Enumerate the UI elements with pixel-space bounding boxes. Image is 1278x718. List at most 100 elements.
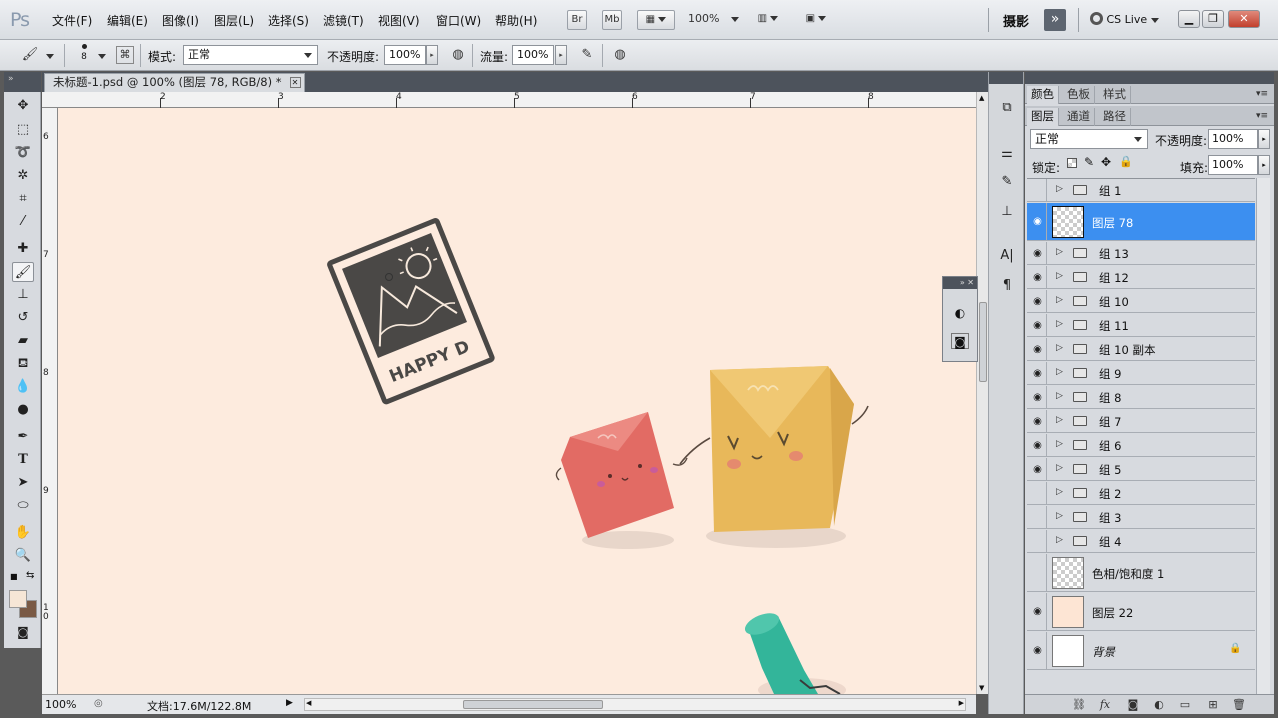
lasso-tool[interactable]: ➰ [12, 143, 34, 163]
expand-group-icon[interactable]: ▷ [1056, 391, 1063, 401]
menu-file[interactable]: 文件(F) [52, 12, 92, 29]
brush-presets-button[interactable]: ⚌ [997, 144, 1017, 164]
quick-selection-tool[interactable]: ✲ [12, 166, 34, 186]
expand-group-icon[interactable]: ▷ [1056, 463, 1063, 473]
airbrush-toggle[interactable]: ✎ [577, 46, 597, 66]
healing-brush-tool[interactable]: ✚ [12, 239, 34, 259]
menu-help[interactable]: 帮助(H) [495, 12, 537, 29]
vertical-scrollbar[interactable]: ▲ ▼ [976, 92, 988, 694]
visibility-toggle[interactable]: ◉ [1029, 386, 1047, 409]
eyedropper-tool[interactable]: ⁄ [12, 212, 34, 232]
lock-transparency-icon[interactable] [1067, 158, 1077, 168]
layer-row[interactable]: ◉ 图层 78 [1027, 203, 1255, 241]
adjustment-layer-icon[interactable]: ◐ [1151, 698, 1167, 712]
expand-group-icon[interactable]: ▷ [1056, 319, 1063, 329]
visibility-toggle[interactable]: ◉ [1029, 593, 1047, 631]
lock-pixels-icon[interactable]: ✎ [1084, 155, 1094, 169]
adjustment-button[interactable]: ◐ [951, 305, 969, 321]
layers-scrollbar[interactable] [1256, 178, 1270, 698]
tab-styles[interactable]: 样式 [1099, 86, 1131, 104]
history-panel-button[interactable]: ⧉ [997, 98, 1017, 118]
layer-row[interactable]: ◉ ▷ 组 12 [1027, 266, 1255, 289]
visibility-toggle[interactable]: ◉ [1029, 266, 1047, 289]
mini-bridge-button[interactable]: Mb [602, 10, 622, 30]
cs-live-menu[interactable]: CS Live [1090, 12, 1159, 26]
expand-group-icon[interactable]: ▷ [1056, 439, 1063, 449]
blend-mode-select[interactable]: 正常 [1030, 129, 1148, 149]
document-tab[interactable]: 未标题-1.psd @ 100% (图层 78, RGB/8) * ✕ [44, 73, 305, 92]
expand-group-icon[interactable]: ▷ [1056, 367, 1063, 377]
history-brush-tool[interactable]: ↺ [12, 308, 34, 328]
expand-group-icon[interactable]: ▷ [1056, 487, 1063, 497]
eraser-tool[interactable]: ▰ [12, 331, 34, 351]
shape-tool[interactable]: ⬭ [12, 496, 34, 516]
layer-row[interactable]: ◉ ▷ 组 7 [1027, 410, 1255, 433]
marquee-tool[interactable]: ⬚ [12, 120, 34, 140]
mini-panel-header[interactable]: » ✕ [943, 277, 977, 289]
dock-header[interactable] [989, 72, 1023, 84]
visibility-toggle[interactable]: ◉ [1029, 203, 1047, 241]
tab-channels[interactable]: 通道 [1063, 108, 1095, 126]
add-mask-icon[interactable]: ◙ [1125, 698, 1141, 712]
chevron-down-icon[interactable] [46, 54, 54, 59]
horizontal-scrollbar[interactable]: ◀ ▶ [304, 698, 966, 711]
visibility-toggle[interactable]: ◉ [1029, 290, 1047, 313]
flow-input[interactable]: 100% [512, 45, 554, 65]
layer-row[interactable]: ▷ 组 3 [1027, 506, 1255, 529]
close-window-button[interactable]: ✕ [1228, 10, 1260, 28]
tab-layers[interactable]: 图层 [1027, 108, 1059, 126]
menu-filter[interactable]: 滤镜(T) [323, 12, 364, 29]
visibility-toggle[interactable]: ◉ [1029, 458, 1047, 481]
panel-group-header[interactable] [1025, 72, 1274, 84]
expand-group-icon[interactable]: ▷ [1056, 247, 1063, 257]
close-icon[interactable]: ✕ [967, 278, 974, 287]
workspace-more-button[interactable]: » [1044, 9, 1066, 31]
visibility-toggle[interactable]: ◉ [1029, 410, 1047, 433]
zoom-tool[interactable]: 🔍 [12, 546, 34, 566]
workspace-label[interactable]: 摄影 [1003, 11, 1029, 30]
default-colors-icon[interactable]: ■ [10, 572, 18, 581]
layer-row[interactable]: ◉ ▷ 组 9 [1027, 362, 1255, 385]
layer-row[interactable]: ◉ 背景 🔒 [1027, 632, 1255, 670]
menu-select[interactable]: 选择(S) [268, 12, 309, 29]
opacity-slider-toggle[interactable]: ▸ [426, 45, 438, 65]
expand-group-icon[interactable]: ▷ [1056, 184, 1063, 194]
tab-paths[interactable]: 路径 [1099, 108, 1131, 126]
layer-row[interactable]: ◉ ▷ 组 8 [1027, 386, 1255, 409]
link-layers-icon[interactable]: ⛓ [1071, 698, 1087, 712]
path-selection-tool[interactable]: ➤ [12, 473, 34, 493]
menu-image[interactable]: 图像(I) [162, 12, 199, 29]
layer-row[interactable]: ◉ ▷ 组 5 [1027, 458, 1255, 481]
visibility-toggle[interactable]: ◉ [1029, 338, 1047, 361]
mode-select[interactable]: 正常 [183, 45, 318, 65]
status-menu-arrow-icon[interactable]: ▶ [286, 698, 293, 708]
move-tool[interactable]: ✥ [12, 96, 34, 116]
zoom-level-select[interactable]: 100% [688, 12, 739, 25]
visibility-toggle[interactable] [1029, 506, 1047, 529]
quick-mask-button[interactable]: ◙ [12, 622, 34, 642]
status-info-icon[interactable]: ◎ [94, 698, 103, 709]
visibility-toggle[interactable]: ◉ [1029, 242, 1047, 265]
menu-layer[interactable]: 图层(L) [214, 12, 254, 29]
opacity-input[interactable]: 100% [384, 45, 426, 65]
layer-opacity-input[interactable]: 100% [1208, 129, 1258, 149]
paint-bucket-tool[interactable]: ⛾ [12, 354, 34, 374]
panel-menu-icon[interactable]: ▾≡ [1256, 111, 1268, 121]
scroll-up-icon[interactable]: ▲ [979, 94, 984, 102]
extras-button[interactable]: ▦ [637, 10, 675, 30]
close-document-button[interactable]: ✕ [289, 77, 301, 88]
layer-row[interactable]: ▷ 组 2 [1027, 482, 1255, 505]
layer-row[interactable]: ◉ ▷ 组 11 [1027, 314, 1255, 337]
new-group-icon[interactable]: ▭ [1177, 698, 1193, 712]
menu-window[interactable]: 窗口(W) [436, 12, 481, 29]
visibility-toggle[interactable]: ◉ [1029, 314, 1047, 337]
horizontal-scroll-thumb[interactable] [463, 700, 603, 709]
layer-row[interactable]: ◉ 图层 22 [1027, 593, 1255, 631]
lock-position-icon[interactable]: ✥ [1101, 155, 1111, 169]
character-panel-button[interactable]: A| [997, 246, 1017, 266]
scroll-down-icon[interactable]: ▼ [979, 684, 984, 692]
dodge-tool[interactable]: ● [12, 400, 34, 420]
tab-color[interactable]: 颜色 [1027, 86, 1059, 104]
layer-row[interactable]: ▷ 组 1 [1027, 179, 1255, 202]
expand-group-icon[interactable]: ▷ [1056, 343, 1063, 353]
